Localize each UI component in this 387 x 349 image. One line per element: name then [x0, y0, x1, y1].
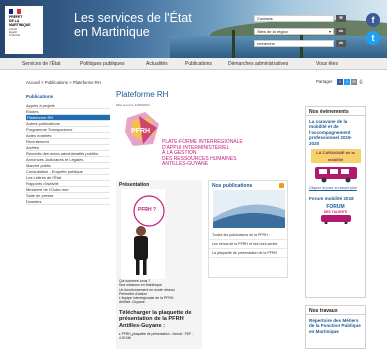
- french-flag-icon: [9, 9, 21, 14]
- search-ok-button[interactable]: ok: [336, 40, 346, 47]
- publication-link[interactable]: Toutes les publications de la PFRH :: [209, 231, 287, 240]
- bus-icon: [314, 167, 357, 183]
- search-input[interactable]: recherche: [254, 40, 334, 47]
- publications-title: Nos publications: [212, 183, 253, 189]
- marianne-logo[interactable]: PRÉFET DE LA MARTINIQUE Liberté Égalité …: [5, 6, 43, 54]
- contacts-link[interactable]: Contacts: [254, 15, 334, 22]
- publications-panel: Nos publications Toutes les publications…: [208, 180, 288, 278]
- rss-icon[interactable]: [279, 183, 284, 188]
- pfrh-logo-text: PLATE-FORME INTERRÉGIONALE D'APPUI INTER…: [162, 139, 243, 168]
- events-title: Nos évènements: [306, 107, 365, 116]
- region-select[interactable]: Sites de la région ▾: [254, 28, 334, 35]
- presentation-title: Présentation: [119, 182, 150, 188]
- print-icon[interactable]: ⎙: [358, 79, 364, 85]
- nav-item-vous-etes[interactable]: Vous êtes: [316, 61, 338, 67]
- publications-image: [213, 190, 285, 228]
- pfrh-badge: PFRH: [131, 128, 150, 135]
- mail-share-icon[interactable]: ✉: [351, 79, 357, 85]
- site-title[interactable]: Les services de l'État en Martinique: [74, 11, 192, 39]
- forum-title[interactable]: Forum mobilité 2018: [306, 193, 365, 201]
- download-heading: Télécharger la plaquette de présentation…: [119, 309, 192, 329]
- republic-line: MARTINIQUE: [9, 22, 31, 27]
- chevron-down-icon: ▾: [328, 29, 331, 34]
- twitter-share-icon[interactable]: t: [344, 79, 350, 85]
- presentation-panel: Présentation PFRH ? Qui sommes-nous ? No…: [116, 180, 202, 349]
- nav-item-publications[interactable]: Publications: [185, 61, 212, 67]
- nav-item-politiques[interactable]: Politiques publiques: [80, 61, 124, 67]
- sidebar-heading: Publications: [26, 94, 54, 99]
- presentation-text: Qui sommes-nous ? Nos missions en Martin…: [119, 279, 175, 305]
- sidebar-item-dossiers[interactable]: Dossiers: [26, 199, 110, 205]
- mail-icon[interactable]: ✉: [336, 15, 346, 22]
- pfrh-question: PFRH ?: [138, 207, 156, 213]
- twitter-icon[interactable]: t: [366, 31, 380, 45]
- nav-item-actualites[interactable]: Actualités: [146, 61, 168, 67]
- publication-link[interactable]: La plaquette de présentation de la PFRH: [209, 249, 287, 258]
- forum-bus-icon: [320, 214, 351, 225]
- sidebar: Publications Appels à projets Etudes Pla…: [26, 94, 110, 205]
- nav-item-services[interactable]: Services de l'État: [22, 61, 60, 67]
- motto: Liberté Égalité Fraternité: [9, 28, 21, 38]
- presentation-illustration: PFRH ?: [121, 189, 165, 279]
- caravane-title[interactable]: La caravane de la mobilité et de l'accom…: [306, 116, 365, 146]
- events-box: Nos évènements La caravane de la mobilit…: [305, 106, 366, 298]
- region-ok-button[interactable]: ok: [336, 28, 346, 35]
- works-item[interactable]: Répertoire des Métiers de la Fonction Pu…: [306, 315, 365, 334]
- caravane-banner[interactable]: LA CARAVANE de la mobilité: [310, 149, 361, 164]
- site-header: PRÉFET DE LA MARTINIQUE Liberté Égalité …: [0, 0, 387, 58]
- forum-banner[interactable]: FORUM DES TALENTS: [310, 203, 361, 226]
- download-link[interactable]: ▸ PFRH_plaquette de présentation - forma…: [119, 332, 199, 340]
- caravane-link[interactable]: Cliquez ici pour en savoir plus: [306, 185, 365, 191]
- nav-item-demarches[interactable]: Démarches administratives: [228, 61, 288, 67]
- pfrh-logo: PFRH: [125, 112, 159, 146]
- works-title: Nos travaux: [306, 306, 365, 315]
- facebook-icon[interactable]: f: [366, 13, 380, 27]
- update-date: Mise à jour le 11/06/2020: [116, 103, 150, 107]
- facebook-share-icon[interactable]: f: [337, 79, 343, 85]
- palm-tree: [232, 30, 235, 58]
- publication-link[interactable]: Les échos de la PFRH et ses hors-séries: [209, 240, 287, 249]
- works-box: Nos travaux Répertoire des Métiers de la…: [305, 305, 366, 349]
- main-navigation: Services de l'État Politiques publiques …: [0, 58, 387, 70]
- share-label: Partager: [316, 79, 333, 84]
- page-title: Plateforme RH: [116, 90, 169, 99]
- breadcrumb[interactable]: Accueil > Publications > Plateforme RH: [26, 80, 101, 85]
